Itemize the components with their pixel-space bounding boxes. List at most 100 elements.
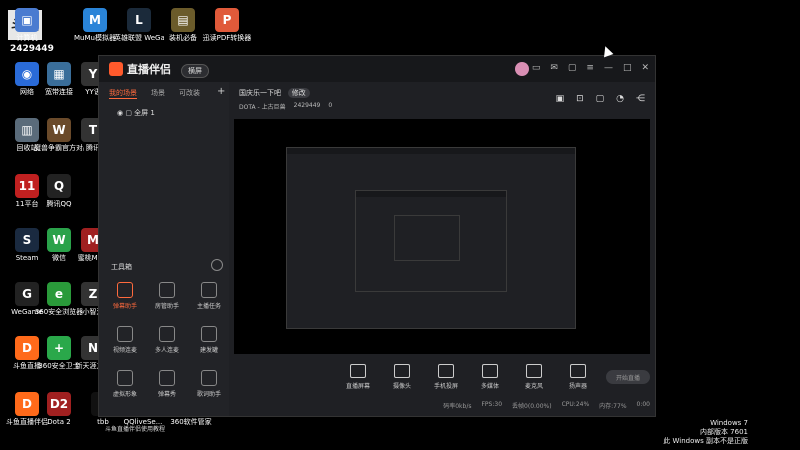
tool-icon [201, 370, 217, 386]
lock-icon[interactable]: ⊡ [576, 94, 584, 104]
box-icon[interactable]: ▢ [596, 94, 605, 104]
desktop-icon-label: Dota 2 [47, 418, 71, 426]
follower-count: 0 [328, 102, 333, 109]
mode-toggle[interactable]: 横屏 [181, 64, 209, 78]
desktop-icon[interactable]: P 迅读PDF转换器 [202, 8, 252, 43]
source-button[interactable]: 手机投屏 [430, 364, 462, 390]
avatar[interactable] [515, 62, 529, 76]
tool-icon [117, 282, 133, 298]
tool-button[interactable]: 建发罐 [189, 326, 229, 354]
tool-icon [201, 326, 217, 342]
status-bar: 码率0kb/s FPS:30 丢帧0(0.00%) CPU:24% 内存:77% 0:00 [234, 401, 650, 413]
desktop-icon[interactable]: M MuMu模拟器 [70, 8, 120, 43]
tool-label: 建发罐 [199, 347, 218, 354]
desktop-icon[interactable]: L 英雄联盟 WeGame版 [114, 8, 164, 43]
status-item: 码率0kb/s [443, 403, 472, 410]
source-button[interactable]: 扬声器 [562, 364, 594, 390]
tab-customizable[interactable]: 可改装 [179, 88, 200, 99]
tool-icon [201, 282, 217, 298]
tool-button[interactable]: 歌词助手 [189, 370, 229, 398]
window-controls: ▭ ✉ ▢ ≡ — □ ✕ [532, 63, 649, 73]
minimize-icon[interactable]: — [604, 63, 613, 73]
desktop-icon-label: 英雄联盟 WeGame版 [114, 34, 164, 42]
tutorial-link[interactable]: 斗鱼直播伴侣使用教程 [105, 424, 165, 433]
tool-button[interactable]: 弹幕助手 [105, 282, 145, 310]
tab-scene[interactable]: 场景 [151, 88, 165, 99]
source-label: 麦克风 [524, 383, 543, 390]
desktop-icon[interactable]: ▤ 装机必备 [158, 8, 208, 43]
message-icon[interactable]: ▭ [532, 63, 541, 73]
tool-label: 歌词助手 [196, 391, 221, 398]
tab-my-scenes[interactable]: 我的场景 [109, 88, 137, 99]
desktop-icon[interactable]: Q 腾讯QQ [34, 174, 84, 209]
add-scene-icon[interactable]: + [217, 86, 225, 97]
app-icon: ▣ [15, 8, 39, 32]
source-icon [570, 364, 586, 378]
source-label: 摄像头 [392, 383, 411, 390]
app-logo: 直播伴侣 [109, 61, 171, 77]
desktop-icon-label: 腾讯QQ [46, 200, 72, 208]
desktop-icon-label: 装机必备 [169, 34, 197, 42]
source-button[interactable]: 麦克风 [518, 364, 550, 390]
desktop-icon[interactable]: ▣ 计算机 [2, 8, 52, 43]
desktop-icon-label: MuMu模拟器 [74, 34, 116, 42]
source-icon [394, 364, 410, 378]
nested-preview-2 [355, 190, 507, 292]
close-icon[interactable]: ✕ [641, 63, 649, 73]
eye-icon[interactable]: ◉ ▢ [117, 109, 134, 117]
app-icon: D2 [47, 392, 71, 416]
source-label: 多媒体 [480, 383, 499, 390]
tool-button[interactable]: 主播任务 [189, 282, 229, 310]
status-item: 内存:77% [599, 403, 627, 410]
bell-icon[interactable]: ◔ [616, 94, 624, 104]
tool-button[interactable]: 房管助手 [147, 282, 187, 310]
app-icon: ▤ [171, 8, 195, 32]
tool-button[interactable]: 视频连麦 [105, 326, 145, 354]
source-icon [526, 364, 542, 378]
desktop-icon[interactable]: D2 Dota 2 [34, 392, 84, 427]
status-item: 丢帧0(0.00%) [512, 403, 552, 410]
tool-label: 虚拟形象 [112, 391, 137, 398]
skin-icon[interactable]: ▢ [568, 63, 577, 73]
status-item: 0:00 [636, 401, 650, 408]
source-button[interactable]: 直播屏幕 [342, 364, 374, 390]
source-button[interactable]: 摄像头 [386, 364, 418, 390]
desktop-icon-label: 计算机 [16, 34, 38, 42]
mail-icon[interactable]: ✉ [550, 63, 558, 73]
room-edit-button[interactable]: 修改 [287, 88, 310, 98]
watermark-line-2: 内部版本 7601 [699, 428, 748, 436]
tool-label: 视频连麦 [112, 347, 137, 354]
app-icon: Q [47, 174, 71, 198]
share-icon[interactable]: ⋲ [636, 94, 645, 104]
desktop-icon-label: 迅读PDF转换器 [202, 34, 252, 42]
room-id: 2429449 [293, 102, 321, 109]
tool-button[interactable]: 多人连麦 [147, 326, 187, 354]
source-icon [350, 364, 366, 378]
room-number-badge: 2429449 [10, 44, 54, 54]
source-button[interactable]: 多媒体 [474, 364, 506, 390]
app-icon: L [127, 8, 151, 32]
app-icon: M [83, 8, 107, 32]
room-title: 国庆乐一下吧 [239, 89, 281, 97]
maximize-icon[interactable]: □ [623, 63, 632, 73]
toolbox-settings-icon[interactable] [211, 259, 223, 271]
tool-button[interactable]: 虚拟形象 [105, 370, 145, 398]
app-icon: P [215, 8, 239, 32]
menu-icon[interactable]: ≡ [586, 63, 594, 73]
scene-item[interactable]: ◉ ▢ 全屏 1 [117, 108, 155, 118]
desktop-icon-label: 360软件管家 [170, 418, 212, 426]
toolbox-title: 工具箱 [111, 263, 132, 271]
watermark-line-1: Windows 7 [710, 419, 748, 427]
tool-icon [117, 370, 133, 386]
start-live-button[interactable]: 开始直播 [606, 370, 650, 384]
room-toolbar: ▣ ⊡ ▢ ◔ ⋲ [556, 94, 645, 104]
tool-label: 主播任务 [196, 303, 221, 310]
app-title: 直播伴侣 [127, 63, 171, 76]
category-label[interactable]: DOTA - 上古巨兽 [239, 102, 286, 111]
scene-panel: 我的场景 场景 可改装 + ◉ ▢ 全屏 1 工具箱 弹幕助手 房管助手 主播任务视… [99, 82, 229, 433]
tool-button[interactable]: 弹幕秀 [147, 370, 187, 398]
stream-preview[interactable] [234, 119, 650, 354]
source-icon [482, 364, 498, 378]
scene-tabs: 我的场景 场景 可改装 [109, 88, 200, 99]
gift-icon[interactable]: ▣ [556, 94, 565, 104]
